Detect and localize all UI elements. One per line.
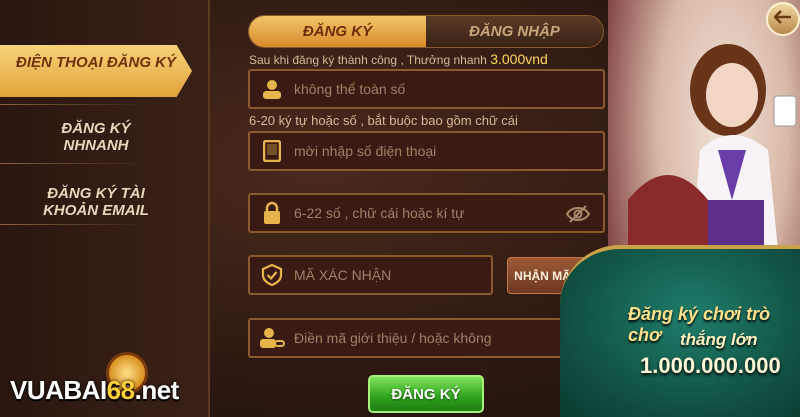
referral-field[interactable]: Điền mã giới thiệu / hoặc không xyxy=(248,318,605,358)
referral-user-icon xyxy=(250,327,294,349)
sidebar-item-email-register[interactable]: ĐĂNG KÝ TÀI KHOẢN EMAIL xyxy=(0,185,192,219)
otp-field[interactable]: MÃ XÁC NHẬN xyxy=(248,255,493,295)
divider xyxy=(0,163,150,164)
register-submit-button[interactable]: ĐĂNG KÝ xyxy=(368,375,484,413)
referral-placeholder: Điền mã giới thiệu / hoặc không xyxy=(294,330,492,346)
username-field[interactable]: không thể toàn số xyxy=(248,69,605,109)
bonus-amount: 3.000vnd xyxy=(490,51,548,67)
tab-login[interactable]: ĐĂNG NHẬP xyxy=(426,16,603,47)
tab-register[interactable]: ĐĂNG KÝ xyxy=(249,16,426,47)
bonus-hint-text: Sau khi đăng ký thành công , Thưởng nhan… xyxy=(249,53,487,67)
user-icon xyxy=(250,78,294,100)
password-placeholder: 6-22 số , chữ cái hoặc kí tự xyxy=(294,205,465,221)
divider xyxy=(0,104,150,105)
promo-line-2: thắng lớn xyxy=(680,330,758,349)
back-arrow-icon xyxy=(773,9,792,29)
divider xyxy=(0,224,150,225)
phone-placeholder: mời nhập số điện thoại xyxy=(294,143,437,159)
auth-tabs: ĐĂNG KÝ ĐĂNG NHẬP xyxy=(248,15,604,48)
sidebar-item-label: ĐĂNG KÝ NHNANH xyxy=(61,120,131,154)
register-screen: ĐIỆN THOẠI ĐĂNG KÝ ĐĂNG KÝ NHNANH ĐĂNG K… xyxy=(0,0,800,417)
promo-jackpot: 1.000.000.000 xyxy=(640,353,781,378)
watermark-prefix: VUABAI xyxy=(10,375,107,405)
phone-field[interactable]: mời nhập số điện thoại xyxy=(248,131,605,171)
shield-check-icon xyxy=(250,264,294,286)
site-watermark: VUABAI68.net xyxy=(10,375,179,406)
watermark-number: 68 xyxy=(106,375,135,405)
sidebar-item-label: ĐĂNG KÝ TÀI KHOẢN EMAIL xyxy=(43,185,149,219)
sidebar: ĐIỆN THOẠI ĐĂNG KÝ ĐĂNG KÝ NHNANH ĐĂNG K… xyxy=(0,0,210,417)
sidebar-item-quick-register[interactable]: ĐĂNG KÝ NHNANH xyxy=(0,120,192,154)
phone-icon xyxy=(250,140,294,162)
otp-placeholder: MÃ XÁC NHẬN xyxy=(294,267,392,283)
sidebar-item-phone-register[interactable]: ĐIỆN THOẠI ĐĂNG KÝ xyxy=(0,45,192,97)
username-placeholder: không thể toàn số xyxy=(294,81,406,97)
watermark-suffix: .net xyxy=(134,375,180,405)
back-button[interactable] xyxy=(766,2,800,36)
lock-icon xyxy=(250,201,294,225)
password-field[interactable]: 6-22 số , chữ cái hoặc kí tự xyxy=(248,193,605,233)
dealer-illustration xyxy=(628,44,797,260)
username-hint: 6-20 ký tự hoặc số , bắt buộc bao gồm ch… xyxy=(249,113,518,128)
bonus-hint: Sau khi đăng ký thành công , Thưởng nhan… xyxy=(249,51,548,67)
hide-password-icon[interactable] xyxy=(565,205,591,228)
sidebar-item-label: ĐIỆN THOẠI ĐĂNG KÝ xyxy=(15,54,176,71)
